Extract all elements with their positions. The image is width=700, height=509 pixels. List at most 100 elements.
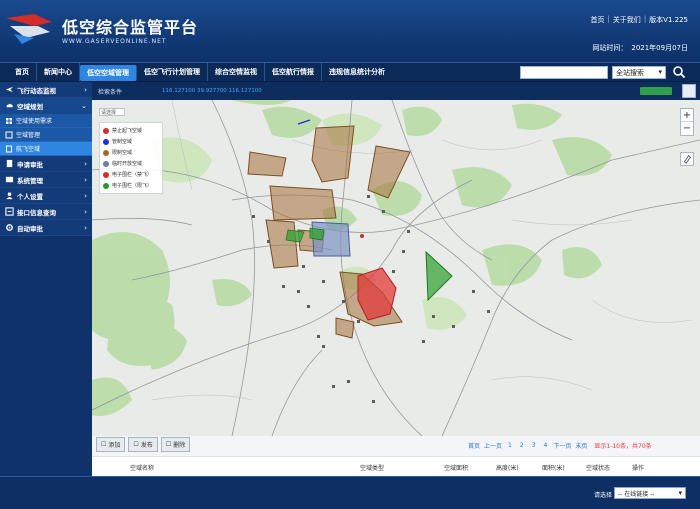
version-link[interactable]: 版本V1.225 [649,15,688,25]
airspace-map[interactable]: 请选择 禁止起飞空域 管制空域 限制空域 临时开放空域 电子围栏（禁飞） 电子围… [92,100,700,436]
sidebar-item-airspace-planning[interactable]: 空域规划 ⌄ [0,98,92,114]
nav-item-home[interactable]: 首页 [8,63,37,81]
search-icon[interactable] [672,65,686,79]
header: 低空综合监管平台 WWW.GASERVEONLINE.NET 首页 | 关于我们… [0,0,700,62]
search-scope-select[interactable]: 全站搜索 ▾ [612,66,666,79]
nav-item-news[interactable]: 新闻中心 [37,63,80,81]
page-link-1[interactable]: 1 [506,442,514,449]
online-links-select[interactable]: -- 在线链接 -- ▾ [614,487,686,499]
column-header-height[interactable]: 高度(米) [496,463,519,472]
nav-items: 首页 新闻中心 低空空域管理 低空飞行计划管理 综合空情监视 低空航行情报 违规… [8,63,392,81]
publish-button[interactable]: ☐ 发布 [128,437,158,452]
footer-select-label: 请选择 [593,492,612,499]
column-header-size[interactable]: 面积(米) [542,463,565,472]
status-indicator [640,87,672,95]
legend-marker [103,149,109,156]
coordinate-readout: 116.127100 39.927700 116.127100 [162,88,262,94]
page-link-2[interactable]: 2 [518,442,526,449]
pagination: 首页 上一页 1 2 3 4 下一页 末页 显示1-10条，共70条 [468,441,652,450]
map-actions: ☐ 添加 ☐ 发布 ☐ 删除 [96,437,191,452]
link-icon [5,207,14,216]
chevron-right-icon: › [84,175,87,184]
airport-marker [360,234,364,238]
nav-item-aeronautical-info[interactable]: 低空航行情报 [265,63,322,81]
sidebar-item-flight-monitor[interactable]: 飞行动态监视 › [0,82,92,98]
column-header-type[interactable]: 空域类型 [360,463,384,472]
delete-icon: ☐ [165,441,172,448]
legend-label: 电子围栏（禁飞） [112,172,153,178]
legend-item: 临时开放空域 [103,158,159,169]
legend-label: 电子围栏（限飞） [112,183,153,189]
legend-label: 禁止起飞空域 [112,128,143,134]
column-header-name[interactable]: 空域名称 [130,463,154,472]
map-legend: 禁止起飞空域 管制空域 限制空域 临时开放空域 电子围栏（禁飞） 电子围栏（限飞… [99,122,163,194]
minor-road-layer [151,100,693,401]
search-conditions-label: 检索条件 [98,88,123,96]
settings-icon [5,176,14,183]
sidebar-item-auto-approval[interactable]: 自动审批 › [0,220,92,236]
page-link-4[interactable]: 4 [542,442,550,449]
zoom-control: + − [680,108,694,136]
restricted-fly-geofence [425,250,453,302]
plane-icon [5,86,14,93]
next-page-link[interactable]: 下一页 [553,441,571,450]
grid-icon [5,131,13,138]
site-search-input[interactable] [520,66,608,79]
chevron-right-icon: › [84,207,87,216]
light-vegetation-layer [152,113,467,330]
site-time-label: 网站时间： [592,44,628,52]
page-link-3[interactable]: 3 [530,442,538,449]
column-header-area[interactable]: 空域面积 [444,463,468,472]
column-header-status[interactable]: 空域状态 [586,463,610,472]
gear-icon [6,224,13,231]
sidebar-item-label: 接口信息查询 [17,208,56,217]
page-info: 显示1-10条，共70条 [594,443,652,450]
zoom-in-button[interactable]: + [681,109,693,122]
sidebar-subitem-airspace-demand[interactable]: 空域使用需求 [0,114,92,128]
legend-label: 临时开放空域 [112,161,143,167]
home-link[interactable]: 首页 [590,15,604,25]
legend-label: 管制空域 [112,139,133,145]
legend-item: 禁止起飞空域 [103,125,159,136]
chevron-right-icon: › [84,191,87,200]
footer: 请选择 -- 在线链接 -- ▾ [0,476,700,509]
legend-marker [103,127,109,134]
legend-marker [103,182,109,189]
logo-icon [6,14,52,44]
sidebar-subitem-flight-airspace[interactable]: 航飞空域 [0,142,92,156]
brand-title: 低空综合监管平台 [62,18,199,37]
brand-subtitle: WWW.GASERVEONLINE.NET [62,38,167,45]
last-page-link[interactable]: 末页 [575,441,587,450]
airspace-table-header: 空域名称 空域类型 空域面积 高度(米) 面积(米) 空域状态 操作 [92,456,700,476]
first-page-link[interactable]: 首页 [468,441,480,450]
fullscreen-button[interactable] [682,84,696,98]
column-header-actions[interactable]: 操作 [632,463,644,472]
map-filter-select[interactable]: 请选择 [99,108,125,116]
sidebar-item-application-approval[interactable]: 申请审批 › [0,156,92,172]
draw-tool-icon[interactable] [680,152,694,166]
sidebar-subitem-airspace-management[interactable]: 空域管理 [0,128,92,142]
publish-icon: ☐ [133,441,139,448]
delete-button[interactable]: ☐ 删除 [160,437,191,452]
publish-button-label: 发布 [140,442,153,449]
zoom-out-button[interactable]: − [681,122,693,135]
add-button[interactable]: ☐ 添加 [96,437,126,452]
sidebar-item-interface-query[interactable]: 接口信息查询 › [0,204,92,220]
prev-page-link[interactable]: 上一页 [484,441,502,450]
legend-item: 管制空域 [103,136,159,147]
nav-item-surveillance[interactable]: 综合空情监视 [208,63,265,81]
document-icon [6,145,12,152]
legend-label: 限制空域 [112,150,133,156]
sidebar: 飞行动态监视 › 空域规划 ⌄ 空域使用需求 空域管理 航飞空域 申请审批 › … [0,82,92,476]
sidebar-item-system-management[interactable]: 系统管理 › [0,172,92,188]
nav-item-violation-stats[interactable]: 违规信息统计分析 [322,63,392,81]
no-fly-geofence [357,267,397,321]
map-canvas[interactable] [92,100,700,436]
add-button-label: 添加 [108,442,121,449]
nav-item-airspace[interactable]: 低空空域管理 [80,65,137,81]
nav-item-flight-plan[interactable]: 低空飞行计划管理 [137,63,208,81]
delete-button-label: 删除 [173,442,186,449]
about-link[interactable]: 关于我们 [613,15,641,25]
sidebar-item-personal-settings[interactable]: 个人设置 › [0,188,92,204]
main-nav: 首页 新闻中心 低空空域管理 低空飞行计划管理 综合空情监视 低空航行情报 违规… [0,62,700,82]
